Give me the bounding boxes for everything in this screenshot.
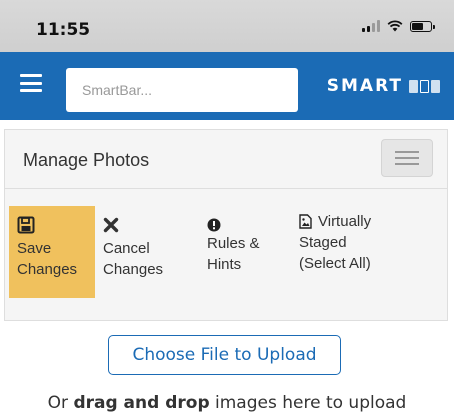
exclamation-circle-icon — [207, 217, 285, 233]
rules-label-line2: Hints — [207, 256, 242, 273]
smartbar-search-input[interactable]: SmartBar... — [66, 68, 298, 112]
cancel-label-line1: Cancel — [103, 240, 150, 257]
hamburger-icon[interactable] — [20, 74, 42, 92]
cancel-label-line2: Changes — [103, 261, 164, 278]
floppy-disk-icon — [17, 212, 89, 238]
app-header: SmartBar... SMART — [0, 52, 454, 120]
save-label-line1: Save — [17, 240, 52, 257]
brand-text: SMART — [326, 76, 403, 96]
brand-mls-badge-icon — [409, 79, 440, 93]
brand-logo[interactable]: SMART — [327, 76, 440, 96]
virtual-label-line2: Staged — [299, 234, 347, 251]
panel-heading: Manage Photos — [5, 130, 447, 189]
image-file-icon — [299, 214, 312, 229]
wifi-icon — [387, 20, 403, 32]
hint-prefix: Or — [47, 393, 74, 413]
save-label-line2: Changes — [17, 261, 78, 278]
manage-photos-panel: Manage Photos Save Changes Cancel Change… — [4, 129, 448, 321]
status-icons — [362, 20, 435, 32]
status-bar: 11:55 — [0, 0, 454, 52]
page-title: Manage Photos — [23, 150, 150, 170]
virtual-label-line3: (Select All) — [299, 255, 371, 272]
close-icon — [103, 212, 193, 238]
hint-bold: drag and drop — [73, 393, 210, 413]
cancel-changes-button[interactable]: Cancel Changes — [95, 199, 199, 305]
virtual-label-text1: Virtually — [318, 213, 372, 230]
menu-toggle-icon[interactable] — [381, 139, 433, 177]
virtual-label-line1: Virtually — [299, 211, 425, 232]
hint-suffix: images here to upload — [209, 393, 407, 413]
photo-toolbar: Save Changes Cancel Changes Rules & Hint — [5, 199, 447, 305]
choose-file-upload-button[interactable]: Choose File to Upload — [108, 335, 341, 375]
rules-label-line1: Rules & — [207, 235, 260, 252]
save-changes-button[interactable]: Save Changes — [9, 206, 95, 298]
drag-drop-hint: Or drag and drop images here to upload — [0, 393, 454, 413]
status-time: 11:55 — [36, 20, 91, 40]
battery-icon — [410, 20, 435, 32]
rules-hints-button[interactable]: Rules & Hints — [199, 199, 291, 305]
signal-icon — [362, 20, 380, 32]
virtually-staged-select-all-button[interactable]: Virtually Staged (Select All) — [291, 199, 431, 305]
